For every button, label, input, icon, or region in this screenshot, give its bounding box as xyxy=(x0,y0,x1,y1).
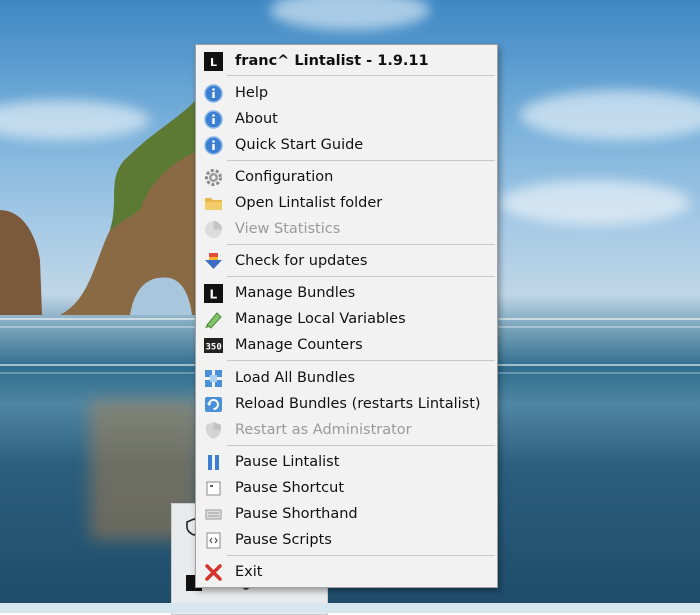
shorthand-icon xyxy=(205,509,222,520)
menu-separator xyxy=(227,445,495,446)
menu-item-manage-bundles[interactable]: L Manage Bundles xyxy=(197,280,496,306)
taskbar xyxy=(0,603,700,613)
svg-text:350: 350 xyxy=(206,343,222,353)
folder-icon xyxy=(205,198,222,210)
menu-separator xyxy=(227,360,495,361)
menu-item-label: Help xyxy=(235,85,269,101)
menu-item-quick-start-guide[interactable]: Quick Start Guide xyxy=(197,132,496,158)
gear-icon xyxy=(205,169,222,186)
menu-item-label: Manage Bundles xyxy=(235,285,356,301)
menu-item-open-folder[interactable]: Open Lintalist folder xyxy=(197,190,496,216)
menu-separator xyxy=(227,276,495,277)
menu-item-label: Restart as Administrator xyxy=(235,422,412,438)
menu-separator xyxy=(227,160,495,161)
menu-item-label: Pause Shorthand xyxy=(235,506,358,522)
script-icon xyxy=(206,532,221,549)
menu-item-about[interactable]: About xyxy=(197,106,496,132)
help-icon xyxy=(204,84,223,103)
shield-icon xyxy=(206,422,221,439)
menu-item-pause-scripts[interactable]: Pause Scripts xyxy=(197,527,496,553)
menu-separator xyxy=(227,75,495,76)
tray-context-menu: L franc^ Lintalist - 1.9.11 Help About Q… xyxy=(195,44,498,588)
lintalist-logo-icon: L xyxy=(204,52,223,71)
guide-icon xyxy=(204,136,223,155)
menu-item-pause-lintalist[interactable]: Pause Lintalist xyxy=(197,449,496,475)
menu-item-manage-counters[interactable]: 350 Manage Counters xyxy=(197,332,496,358)
menu-item-check-updates[interactable]: Check for updates xyxy=(197,248,496,274)
menu-item-pause-shorthand[interactable]: Pause Shorthand xyxy=(197,501,496,527)
counter-icon: 350 xyxy=(204,338,223,353)
menu-item-label: Pause Scripts xyxy=(235,532,332,548)
menu-item-exit[interactable]: Exit xyxy=(197,559,496,585)
info-icon xyxy=(204,110,223,129)
cloud xyxy=(270,0,430,30)
menu-item-configuration[interactable]: Configuration xyxy=(197,164,496,190)
menu-separator xyxy=(227,244,495,245)
menu-item-label: Check for updates xyxy=(235,253,368,269)
update-icon xyxy=(205,253,222,269)
menu-item-restart-admin[interactable]: Restart as Administrator xyxy=(197,417,496,443)
svg-text:L: L xyxy=(210,56,217,69)
menu-item-load-all-bundles[interactable]: Load All Bundles xyxy=(197,365,496,391)
menu-item-help[interactable]: Help xyxy=(197,80,496,106)
menu-separator xyxy=(227,555,495,556)
load-bundles-icon xyxy=(205,370,222,387)
statistics-icon xyxy=(205,221,222,238)
menu-item-label: View Statistics xyxy=(235,221,341,237)
variable-icon xyxy=(205,312,222,329)
menu-item-label: Exit xyxy=(235,564,263,580)
keyboard-icon xyxy=(206,481,221,496)
exit-icon xyxy=(205,564,222,581)
menu-item-label: Pause Shortcut xyxy=(235,480,345,496)
menu-item-label: Configuration xyxy=(235,169,334,185)
menu-title[interactable]: L franc^ Lintalist - 1.9.11 xyxy=(197,48,496,74)
menu-item-label: Pause Lintalist xyxy=(235,454,340,470)
menu-item-manage-local-variables[interactable]: Manage Local Variables xyxy=(197,306,496,332)
menu-item-view-statistics[interactable]: View Statistics xyxy=(197,216,496,242)
menu-item-label: About xyxy=(235,111,278,127)
menu-title-label: franc^ Lintalist - 1.9.11 xyxy=(235,53,429,69)
bundle-icon: L xyxy=(204,284,223,303)
reload-icon xyxy=(205,397,222,412)
menu-item-label: Quick Start Guide xyxy=(235,137,364,153)
menu-item-label: Load All Bundles xyxy=(235,370,356,386)
menu-item-label: Manage Counters xyxy=(235,337,363,353)
svg-text:L: L xyxy=(210,288,218,302)
menu-item-reload-bundles[interactable]: Reload Bundles (restarts Lintalist) xyxy=(197,391,496,417)
menu-item-label: Reload Bundles (restarts Lintalist) xyxy=(235,396,481,412)
menu-item-label: Manage Local Variables xyxy=(235,311,406,327)
menu-item-label: Open Lintalist folder xyxy=(235,195,383,211)
pause-icon xyxy=(208,455,219,470)
menu-item-pause-shortcut[interactable]: Pause Shortcut xyxy=(197,475,496,501)
